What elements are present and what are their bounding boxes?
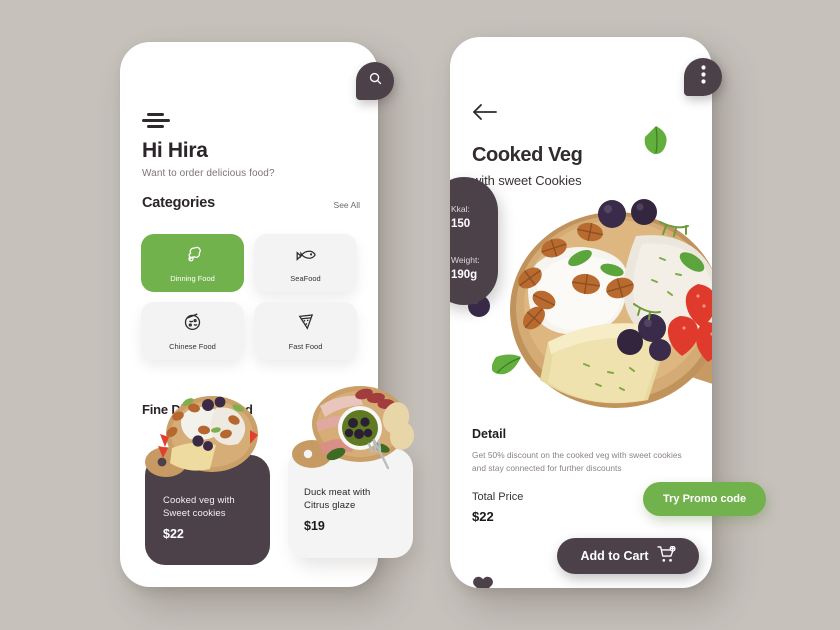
food-price: $22: [163, 527, 184, 541]
category-label: Dinning Food: [170, 273, 215, 283]
drumstick-icon: [183, 244, 203, 269]
category-chinese-food[interactable]: Chinese Food: [141, 302, 244, 360]
hamburger-icon[interactable]: [142, 112, 170, 130]
search-button[interactable]: [356, 62, 394, 100]
fine-dinning-heading: Fine Dinning Food: [142, 402, 253, 417]
cart-plus-icon: [656, 545, 676, 566]
pizza-slice-icon: [296, 312, 316, 337]
weight-value: 190g: [451, 269, 478, 281]
add-to-cart-label: Add to Cart: [580, 549, 649, 563]
mint-leaf-icon: [642, 125, 670, 160]
detail-heading: Detail: [472, 427, 507, 441]
total-price-label: Total Price: [472, 491, 524, 503]
kcal-value: 150: [451, 218, 471, 230]
food-name: Cooked veg with Sweet cookies: [163, 495, 235, 519]
back-arrow-icon[interactable]: [472, 103, 498, 121]
category-seafood[interactable]: SeaFood: [254, 234, 357, 292]
nutrition-badge: Kkal: 150 Weight: 190g: [450, 177, 498, 305]
app-mockup-stage: Hi Hira Want to order delicious food? Ca…: [0, 0, 840, 630]
more-vertical-icon: [700, 65, 706, 89]
greeting-subtitle: Want to order delicious food?: [142, 168, 275, 179]
category-dinning-food[interactable]: Dinning Food: [141, 234, 244, 292]
categories-grid: Dinning Food SeaFood Chinese Food Fast F…: [141, 234, 357, 360]
weight-label: Weight:: [451, 255, 480, 265]
kcal-label: Kkal:: [451, 204, 470, 214]
page-title: Hi Hira: [142, 139, 208, 162]
mint-leaf-icon: [491, 352, 522, 383]
food-price: $19: [304, 519, 325, 533]
promo-label: Try Promo code: [663, 493, 747, 505]
see-all-link[interactable]: See All: [334, 200, 360, 210]
heart-icon[interactable]: [472, 575, 494, 588]
fish-icon: [295, 244, 317, 269]
hero-food-image: [484, 192, 712, 452]
noodle-bowl-icon: [182, 311, 203, 337]
detail-description: Get 50% discount on the cooked veg with …: [472, 450, 682, 473]
search-icon: [368, 71, 383, 91]
category-label: Chinese Food: [169, 342, 216, 351]
add-to-cart-button[interactable]: Add to Cart: [557, 538, 699, 574]
food-name: Duck meat with Citrus glaze: [304, 487, 371, 511]
category-label: Fast Food: [288, 341, 323, 351]
total-price-value: $22: [472, 509, 494, 524]
categories-heading: Categories: [142, 195, 215, 211]
category-fast-food[interactable]: Fast Food: [254, 302, 357, 360]
food-card[interactable]: Duck meat with Citrus glaze $19: [288, 448, 413, 558]
category-label: SeaFood: [290, 273, 321, 283]
try-promo-code-button[interactable]: Try Promo code: [643, 482, 767, 516]
more-options-button[interactable]: [684, 58, 722, 96]
detail-title: Cooked Veg: [472, 144, 583, 166]
food-card[interactable]: Cooked veg with Sweet cookies $22: [145, 455, 270, 565]
detail-subtitle: with sweet Cookies: [472, 173, 582, 188]
